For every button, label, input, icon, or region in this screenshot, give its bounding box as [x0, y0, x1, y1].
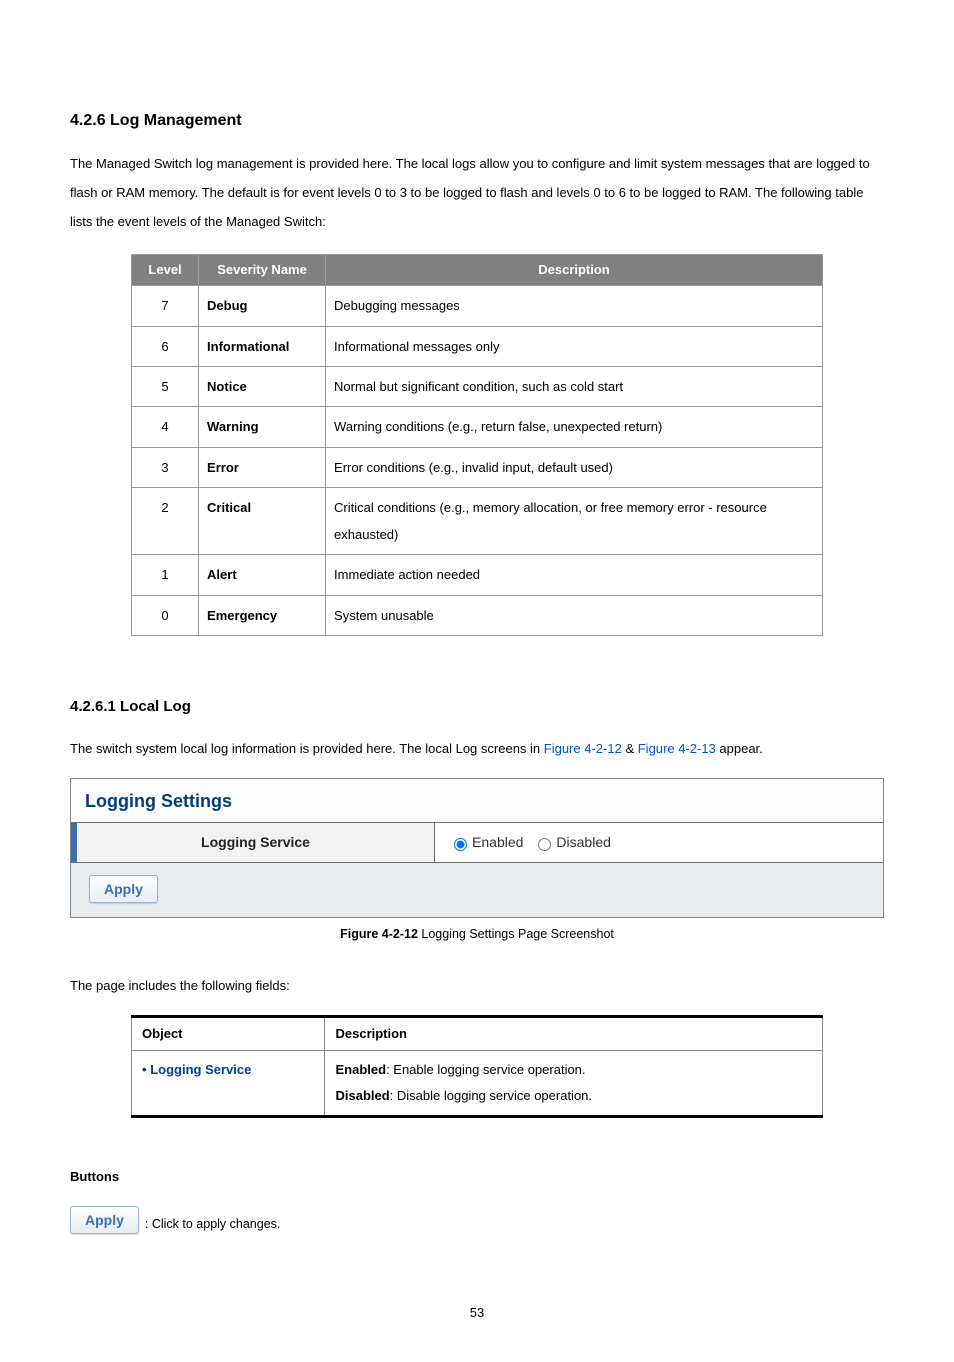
radio-enabled-label[interactable]: Enabled	[449, 833, 523, 853]
severity-header-desc: Description	[326, 255, 823, 286]
radio-disabled-label[interactable]: Disabled	[533, 833, 610, 853]
table-row: 0 Emergency System unusable	[132, 595, 823, 635]
severity-desc: Normal but significant condition, such a…	[326, 366, 823, 406]
table-row: 6 Informational Informational messages o…	[132, 326, 823, 366]
severity-desc: Informational messages only	[326, 326, 823, 366]
objdesc-desc: Enabled: Enable logging service operatio…	[325, 1050, 822, 1116]
radio-enabled[interactable]	[454, 838, 467, 851]
severity-level: 5	[132, 366, 199, 406]
severity-level: 1	[132, 555, 199, 595]
fields-intro: The page includes the following fields:	[70, 972, 884, 1001]
severity-desc: Critical conditions (e.g., memory alloca…	[326, 487, 823, 555]
apply-description: : Click to apply changes.	[145, 1216, 281, 1234]
severity-desc: Warning conditions (e.g., return false, …	[326, 407, 823, 447]
intro-text: The switch system local log information …	[70, 741, 544, 756]
figure-link-4-2-13[interactable]: Figure 4-2-13	[638, 741, 716, 756]
intro-amp: &	[625, 741, 637, 756]
severity-name: Critical	[199, 487, 326, 555]
logging-service-label: Logging Service	[71, 823, 435, 863]
objdesc-header-object: Object	[132, 1016, 325, 1050]
section-intro: The Managed Switch log management is pro…	[70, 150, 884, 236]
table-row: 3 Error Error conditions (e.g., invalid …	[132, 447, 823, 487]
buttons-heading: Buttons	[70, 1168, 884, 1186]
desc-disabled-rest: : Disable logging service operation.	[390, 1088, 592, 1103]
severity-level: 7	[132, 286, 199, 326]
severity-desc: Debugging messages	[326, 286, 823, 326]
table-row: 5 Notice Normal but significant conditio…	[132, 366, 823, 406]
objdesc-object: Logging Service	[132, 1050, 325, 1116]
desc-enabled-rest: : Enable logging service operation.	[386, 1062, 585, 1077]
object-description-table: Object Description Logging Service Enabl…	[131, 1015, 823, 1118]
intro-text-end: appear.	[719, 741, 762, 756]
radio-disabled[interactable]	[538, 838, 551, 851]
severity-name: Warning	[199, 407, 326, 447]
figure-link-4-2-12[interactable]: Figure 4-2-12	[544, 741, 622, 756]
severity-name: Notice	[199, 366, 326, 406]
table-row: Logging Service Enabled: Enable logging …	[132, 1050, 823, 1116]
table-row: 2 Critical Critical conditions (e.g., me…	[132, 487, 823, 555]
apply-button-doc[interactable]: Apply	[70, 1206, 139, 1234]
panel-title: Logging Settings	[71, 779, 883, 822]
apply-button[interactable]: Apply	[89, 875, 158, 903]
severity-level: 4	[132, 407, 199, 447]
desc-disabled-bold: Disabled	[335, 1088, 389, 1103]
severity-level: 6	[132, 326, 199, 366]
object-name: Logging Service	[142, 1062, 251, 1077]
radio-enabled-text: Enabled	[472, 833, 523, 853]
severity-desc: Immediate action needed	[326, 555, 823, 595]
subsection-heading: 4.2.6.1 Local Log	[70, 696, 884, 717]
severity-header-name: Severity Name	[199, 255, 326, 286]
severity-header-level: Level	[132, 255, 199, 286]
severity-desc: Error conditions (e.g., invalid input, d…	[326, 447, 823, 487]
severity-name: Informational	[199, 326, 326, 366]
objdesc-header-desc: Description	[325, 1016, 822, 1050]
section-heading: 4.2.6 Log Management	[70, 110, 884, 132]
table-row: 4 Warning Warning conditions (e.g., retu…	[132, 407, 823, 447]
table-row: 1 Alert Immediate action needed	[132, 555, 823, 595]
subsection-intro: The switch system local log information …	[70, 735, 884, 764]
radio-disabled-text: Disabled	[556, 833, 610, 853]
severity-name: Alert	[199, 555, 326, 595]
table-row: 7 Debug Debugging messages	[132, 286, 823, 326]
severity-name: Debug	[199, 286, 326, 326]
caption-rest: Logging Settings Page Screenshot	[418, 927, 614, 941]
severity-desc: System unusable	[326, 595, 823, 635]
severity-level: 2	[132, 487, 199, 555]
severity-name: Error	[199, 447, 326, 487]
severity-level: 3	[132, 447, 199, 487]
logging-settings-panel: Logging Settings Logging Service Enabled…	[70, 778, 884, 919]
page-number: 53	[70, 1304, 884, 1322]
severity-table: Level Severity Name Description 7 Debug …	[131, 254, 823, 636]
figure-caption: Figure 4-2-12 Logging Settings Page Scre…	[70, 926, 884, 944]
severity-level: 0	[132, 595, 199, 635]
desc-enabled-bold: Enabled	[335, 1062, 386, 1077]
caption-bold: Figure 4-2-12	[340, 927, 418, 941]
severity-name: Emergency	[199, 595, 326, 635]
